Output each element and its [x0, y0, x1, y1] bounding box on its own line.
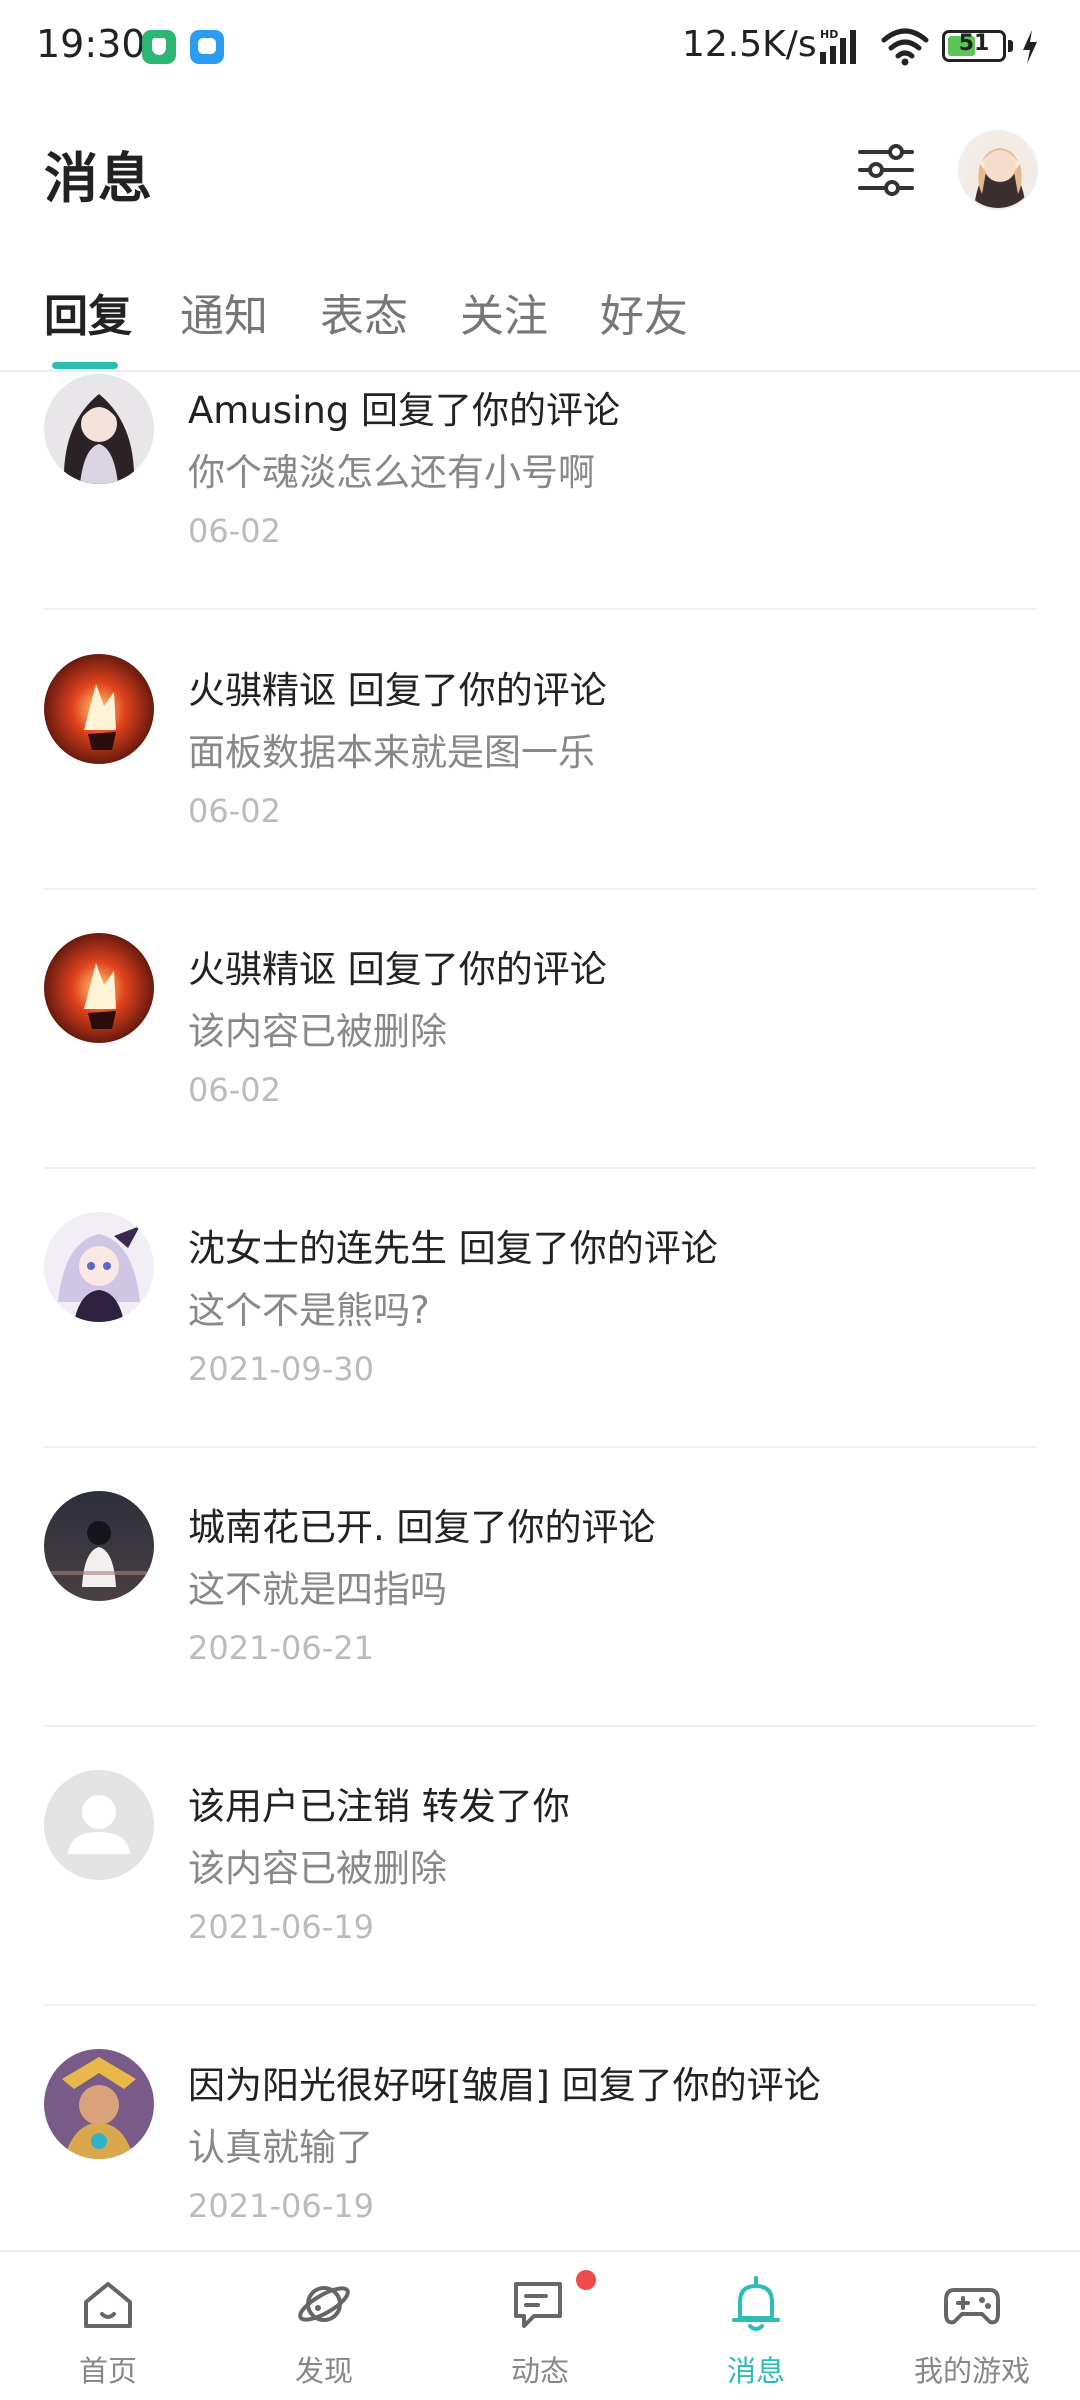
message-title: 因为阳光很好呀[皱眉] 回复了你的评论 — [188, 2064, 821, 2107]
nav-label: 动态 — [510, 2354, 569, 2388]
message-content: 这不就是四指吗 — [188, 1568, 447, 1611]
message-content: 这个不是熊吗? — [188, 1289, 430, 1332]
wifi-icon — [881, 28, 929, 66]
avatar-image — [44, 933, 154, 1043]
message-date: 2021-09-30 — [188, 1350, 374, 1388]
avatar-image — [44, 374, 154, 484]
chat-app-icon — [190, 30, 224, 64]
avatar-image — [44, 1491, 154, 1601]
divider — [44, 608, 1036, 610]
message-title: Amusing 回复了你的评论 — [188, 389, 621, 432]
active-tab-indicator — [52, 362, 118, 369]
message-content: 面板数据本来就是图一乐 — [188, 731, 595, 774]
tab-notice[interactable]: 通知 — [180, 280, 268, 344]
signal-icon: HD — [820, 28, 856, 64]
network-speed: 12.5K/s — [682, 24, 817, 65]
divider — [44, 2004, 1036, 2006]
avatar[interactable] — [44, 2049, 154, 2159]
nav-label: 消息 — [726, 2354, 785, 2388]
message-title: 火骐精讴 回复了你的评论 — [188, 948, 607, 991]
home-icon — [84, 2282, 132, 2328]
tab-reply[interactable]: 回复 — [44, 280, 132, 344]
message-content: 认真就输了 — [188, 2126, 373, 2169]
chat-icon — [514, 2282, 562, 2328]
battery-icon: 51 — [942, 30, 1006, 62]
avatar[interactable] — [44, 654, 154, 764]
avatar-image — [960, 132, 1036, 208]
user-avatar[interactable] — [958, 130, 1038, 210]
battery-tip — [1008, 40, 1013, 52]
divider — [44, 888, 1036, 890]
sliders-icon[interactable] — [856, 140, 916, 200]
message-content: 该内容已被删除 — [188, 1847, 447, 1890]
nav-my-games[interactable]: 我的游戏 — [864, 2252, 1080, 2400]
notification-badge — [576, 2270, 596, 2290]
avatar[interactable] — [44, 1491, 154, 1601]
signal-hd-label: HD — [820, 28, 838, 41]
message-title: 该用户已注销 转发了你 — [188, 1785, 570, 1828]
list-item[interactable]: 火骐精讴 回复了你的评论 面板数据本来就是图一乐 06-02 — [0, 644, 1080, 923]
nav-discover[interactable]: 发现 — [216, 2252, 432, 2400]
message-date: 06-02 — [188, 792, 281, 830]
header: 消息 — [0, 100, 1080, 250]
avatar-image — [44, 1212, 154, 1322]
message-title: 火骐精讴 回复了你的评论 — [188, 669, 607, 712]
list-item[interactable]: 该用户已注销 转发了你 该内容已被删除 2021-06-19 — [0, 1760, 1080, 2039]
shield-app-icon — [142, 30, 176, 64]
divider — [44, 1446, 1036, 1448]
message-date: 2021-06-21 — [188, 1629, 374, 1667]
list-item[interactable]: Amusing 回复了你的评论 你个魂淡怎么还有小号啊 06-02 — [0, 374, 1080, 643]
message-date: 06-02 — [188, 512, 281, 550]
message-list[interactable]: Amusing 回复了你的评论 你个魂淡怎么还有小号啊 06-02 火骐精讴 回… — [0, 374, 1080, 2250]
message-title: 沈女士的连先生 回复了你的评论 — [188, 1227, 718, 1270]
avatar[interactable] — [44, 1212, 154, 1322]
nav-label: 首页 — [78, 2354, 137, 2388]
nav-label: 我的游戏 — [913, 2354, 1030, 2388]
tab-reaction[interactable]: 表态 — [320, 280, 408, 344]
list-item[interactable]: 火骐精讴 回复了你的评论 该内容已被删除 06-02 — [0, 923, 1080, 1202]
message-date: 2021-06-19 — [188, 1908, 374, 1946]
status-time: 19:30 — [36, 22, 146, 66]
tab-follow[interactable]: 关注 — [460, 280, 548, 344]
nav-feed[interactable]: 动态 — [432, 2252, 648, 2400]
nav-messages[interactable]: 消息 — [648, 2252, 864, 2400]
avatar[interactable] — [44, 933, 154, 1043]
avatar-image — [44, 2049, 154, 2159]
battery-level: 51 — [958, 31, 990, 56]
bottom-nav: 首页 发现 动态 消息 我的游戏 — [0, 2250, 1080, 2400]
tab-friends[interactable]: 好友 — [600, 280, 688, 344]
message-date: 2021-06-19 — [188, 2187, 374, 2225]
planet-icon — [298, 2286, 350, 2322]
nav-label: 发现 — [294, 2354, 353, 2388]
list-item[interactable]: 城南花已开. 回复了你的评论 这不就是四指吗 2021-06-21 — [0, 1481, 1080, 1760]
nav-home[interactable]: 首页 — [0, 2252, 216, 2400]
message-date: 06-02 — [188, 1071, 281, 1109]
charging-icon — [1023, 30, 1037, 64]
message-content: 你个魂淡怎么还有小号啊 — [188, 451, 595, 494]
message-tabs: 回复 通知 表态 关注 好友 — [0, 262, 1080, 372]
divider — [44, 1167, 1036, 1169]
avatar-image — [44, 654, 154, 764]
list-item[interactable]: 因为阳光很好呀[皱眉] 回复了你的评论 认真就输了 2021-06-19 — [0, 2039, 1080, 2250]
bell-icon — [732, 2276, 780, 2331]
avatar[interactable] — [44, 1770, 154, 1880]
default-user-icon — [44, 1770, 154, 1880]
page-title: 消息 — [44, 147, 152, 210]
message-title: 城南花已开. 回复了你的评论 — [188, 1506, 656, 1549]
avatar[interactable] — [44, 374, 154, 484]
list-item[interactable]: 沈女士的连先生 回复了你的评论 这个不是熊吗? 2021-09-30 — [0, 1202, 1080, 1481]
gamepad-icon — [944, 2288, 1000, 2325]
divider — [44, 1725, 1036, 1727]
message-content: 该内容已被删除 — [188, 1010, 447, 1053]
status-bar: 19:30 12.5K/s HD 51 — [0, 0, 1080, 100]
